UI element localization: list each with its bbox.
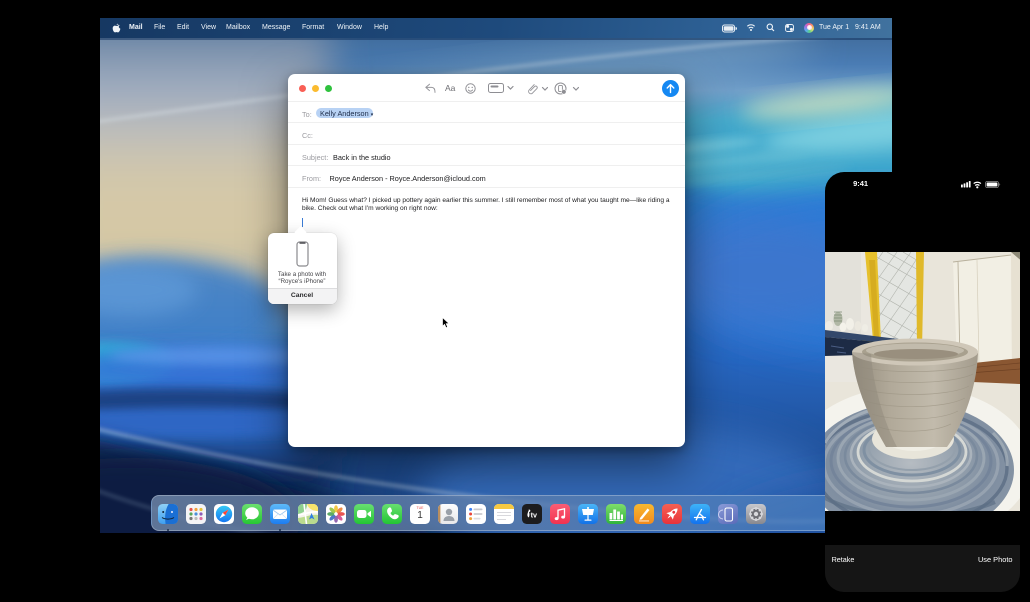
svg-text:tv: tv bbox=[531, 510, 537, 519]
